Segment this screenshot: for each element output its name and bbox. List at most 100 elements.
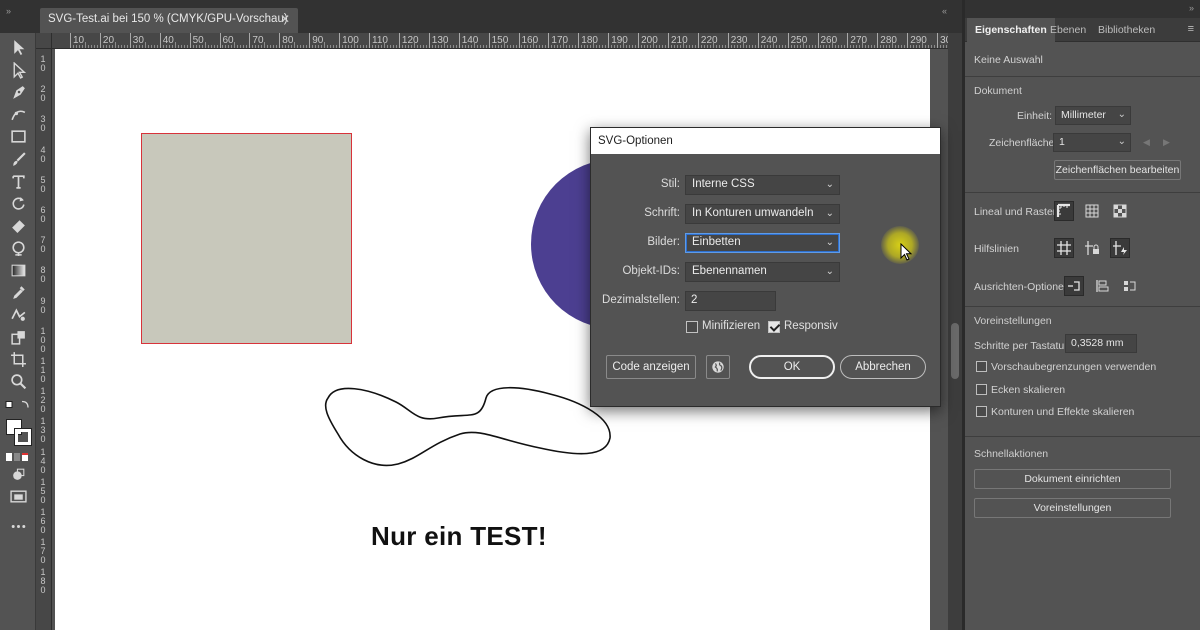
screen-mode-icon[interactable] — [8, 487, 28, 505]
eraser-tool-icon[interactable] — [8, 216, 28, 234]
unit-select[interactable]: Millimeter ⌄ — [1055, 106, 1131, 125]
ruler-minor-tick — [371, 45, 373, 48]
ruler-minor-tick — [629, 45, 631, 48]
ruler-minor-tick — [641, 45, 643, 48]
collapse-panel-icon[interactable]: » — [1189, 3, 1194, 13]
gradient-tool-icon[interactable] — [8, 261, 28, 279]
ruler-minor-tick — [706, 45, 708, 48]
ruler-minor-tick — [144, 42, 146, 48]
vertical-ruler[interactable]: 1 0 2 0 3 0 4 0 5 0 6 0 7 0 8 0 9 0 1 0 0 1 1 0 1 2… — [36, 49, 52, 630]
document-setup-button[interactable]: Dokument einrichten — [974, 469, 1171, 489]
ruler-minor-tick — [820, 45, 822, 48]
no-selection-label: Keine Auswahl — [974, 54, 1043, 66]
show-code-button[interactable]: Code anzeigen — [606, 355, 696, 379]
dialog-title[interactable]: SVG-Optionen — [591, 128, 940, 154]
ruler-minor-tick — [889, 45, 891, 48]
curvature-tool-icon[interactable] — [8, 105, 28, 123]
stroke-color-swatch[interactable] — [14, 428, 32, 446]
align-to-selection-icon[interactable] — [1064, 276, 1084, 296]
ruler-minor-tick — [898, 45, 900, 48]
previous-artboard-icon[interactable]: ◀ — [1143, 137, 1150, 148]
preferences-button[interactable]: Voreinstellungen — [974, 498, 1171, 518]
ruler-minor-tick — [96, 45, 98, 48]
smart-guides-icon[interactable] — [1110, 238, 1130, 258]
collapse-panels-icon[interactable]: « — [942, 6, 947, 16]
color-mode-buttons[interactable] — [6, 453, 30, 461]
ruler-minor-tick — [440, 45, 442, 48]
ruler-minor-tick — [195, 45, 197, 48]
document-tab[interactable]: SVG-Test.ai bei 150 % (CMYK/GPU-Vorschau… — [40, 8, 298, 33]
ruler-minor-tick — [512, 45, 514, 48]
style-select[interactable]: Interne CSS ⌄ — [685, 175, 840, 195]
artboard-tool-icon[interactable] — [8, 350, 28, 368]
panel-menu-icon[interactable]: ≡ — [1188, 23, 1194, 35]
ruler-origin[interactable] — [36, 33, 52, 49]
eyedropper-tool-icon[interactable] — [8, 283, 28, 301]
scale-corners-checkbox[interactable] — [976, 384, 987, 395]
drawing-mode-icon[interactable] — [8, 465, 28, 483]
ruler-label: 1 2 0 — [40, 386, 46, 415]
pen-tool-icon[interactable] — [8, 83, 28, 101]
keyboard-increment-input[interactable]: 0,3528 mm — [1065, 334, 1137, 353]
ruler-minor-tick — [781, 45, 783, 48]
ruler-minor-tick — [650, 45, 652, 48]
paintbrush-tool-icon[interactable] — [8, 150, 28, 168]
ruler-minor-tick — [225, 45, 227, 48]
freeform-path-shape[interactable] — [320, 382, 620, 472]
artboard-select[interactable]: 1 ⌄ — [1053, 133, 1131, 152]
font-select[interactable]: In Konturen umwandeln ⌄ — [685, 204, 840, 224]
align-to-key-object-icon[interactable] — [1092, 276, 1112, 296]
more-tools-icon[interactable] — [8, 517, 28, 535]
direct-selection-tool-icon[interactable] — [8, 61, 28, 79]
align-to-artboard-icon[interactable] — [1120, 276, 1140, 296]
ruler-minor-tick — [192, 45, 194, 48]
object-ids-select[interactable]: Ebenennamen ⌄ — [685, 262, 840, 282]
ruler-minor-tick — [928, 45, 930, 48]
close-tab-icon[interactable]: ✕ — [280, 12, 290, 26]
collapse-toolbar-icon[interactable]: » — [6, 6, 11, 16]
selection-tool-icon[interactable] — [8, 38, 28, 56]
rectangle-shape[interactable] — [141, 133, 352, 344]
symbol-sprayer-tool-icon[interactable] — [8, 328, 28, 346]
puppet-warp-tool-icon[interactable] — [8, 239, 28, 257]
ruler-minor-tick — [901, 45, 903, 48]
zoom-tool-icon[interactable] — [8, 372, 28, 390]
swap-fill-stroke-icon[interactable] — [4, 397, 32, 415]
artboard-text[interactable]: Nur ein TEST! — [371, 521, 547, 552]
ruler-tick — [159, 33, 161, 48]
ruler-tick — [937, 33, 939, 48]
preferences-section-header: Voreinstellungen — [974, 315, 1052, 327]
show-rulers-icon[interactable] — [1054, 201, 1074, 221]
scale-strokes-checkbox[interactable] — [976, 406, 987, 417]
images-select[interactable]: Einbetten ⌄ — [685, 233, 840, 253]
transparency-grid-icon[interactable] — [1110, 201, 1130, 221]
tab-libraries[interactable]: Bibliotheken — [1090, 18, 1163, 42]
edit-artboards-button[interactable]: Zeichenflächen bearbeiten — [1054, 160, 1181, 180]
horizontal-ruler[interactable]: 10 20 30 40 50 60 70 80 90 100 110 120 130 140 150 160 1… — [52, 33, 948, 49]
next-artboard-icon[interactable]: ▶ — [1163, 137, 1170, 148]
blend-tool-icon[interactable] — [8, 305, 28, 323]
lock-guides-icon[interactable] — [1082, 238, 1102, 258]
globe-icon[interactable] — [706, 355, 730, 379]
vertical-scrollbar[interactable] — [948, 33, 962, 630]
ruler-minor-tick — [814, 45, 816, 48]
responsive-checkbox[interactable] — [768, 321, 780, 333]
ruler-minor-tick — [360, 45, 362, 48]
cancel-button[interactable]: Abbrechen — [840, 355, 926, 379]
ruler-minor-tick — [135, 45, 137, 48]
rotate-tool-icon[interactable] — [8, 194, 28, 212]
minify-checkbox[interactable] — [686, 321, 698, 333]
ok-button[interactable]: OK — [749, 355, 835, 379]
show-grid-icon[interactable] — [1082, 201, 1102, 221]
ruler-minor-tick — [554, 45, 556, 48]
ruler-minor-tick — [470, 45, 472, 48]
tab-layers[interactable]: Ebenen — [1042, 18, 1094, 42]
scrollbar-thumb[interactable] — [951, 323, 959, 379]
decimals-input[interactable]: 2 — [685, 291, 776, 311]
preview-bounds-checkbox[interactable] — [976, 361, 987, 372]
show-guides-icon[interactable] — [1054, 238, 1074, 258]
type-tool-icon[interactable] — [8, 172, 28, 190]
rectangle-tool-icon[interactable] — [8, 127, 28, 145]
ruler-minor-tick — [380, 45, 382, 48]
ruler-tick — [787, 33, 789, 48]
